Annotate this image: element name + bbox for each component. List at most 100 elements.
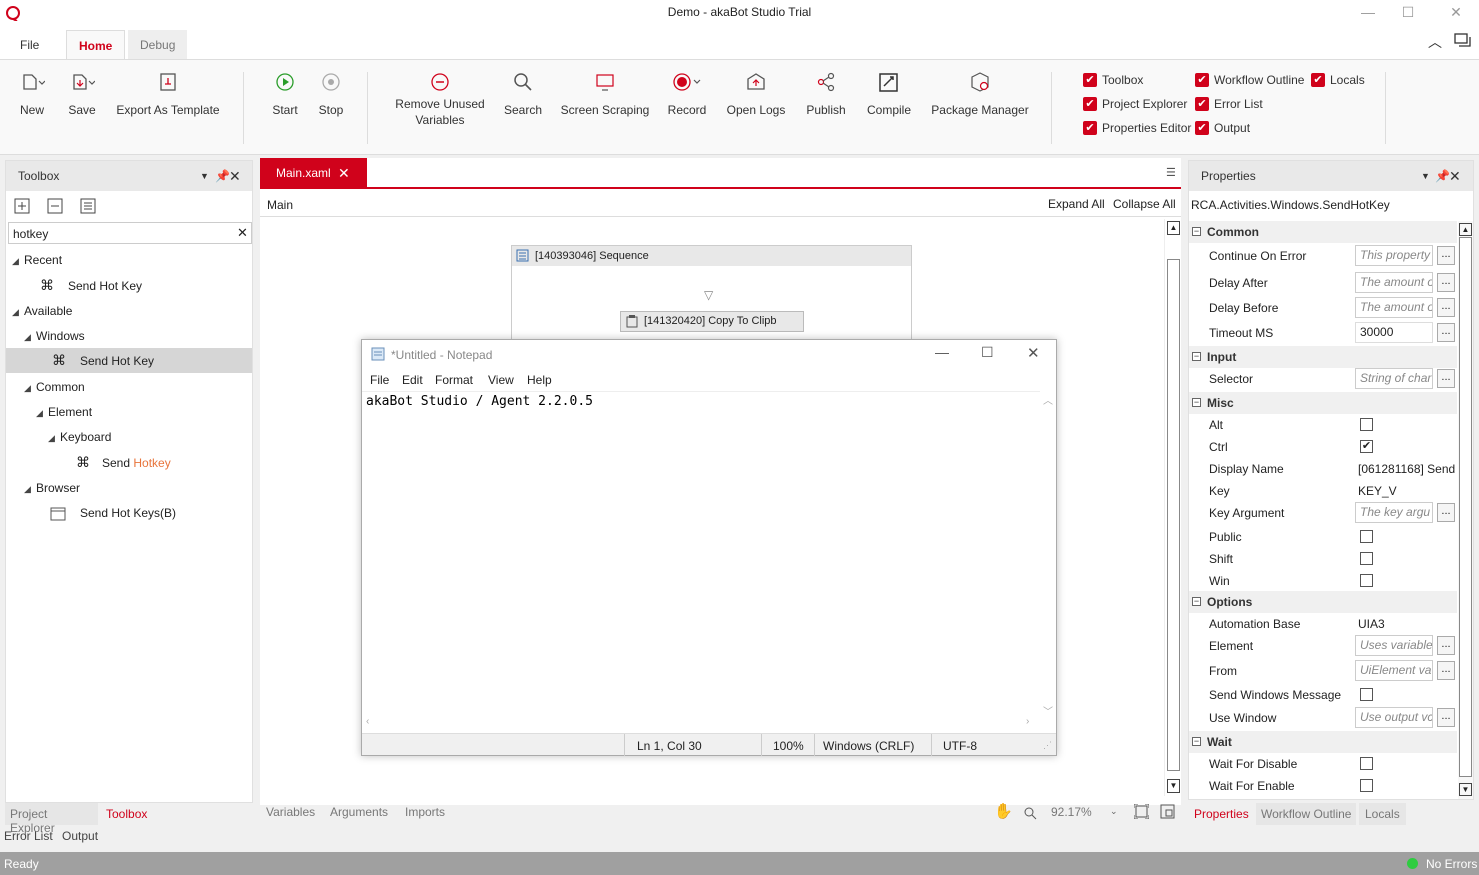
prop-value-input[interactable]: 30000 bbox=[1355, 322, 1433, 343]
toggle-locals[interactable]: ✔ Locals bbox=[1311, 73, 1365, 87]
tree-recent[interactable]: ◢ Recent bbox=[12, 249, 62, 271]
notepad-hscroll[interactable]: ‹ › bbox=[362, 716, 1040, 732]
wait-for-disable-checkbox[interactable] bbox=[1360, 757, 1373, 770]
tab-main-xaml[interactable]: Main.xaml ✕ bbox=[260, 158, 367, 188]
toggle-workflow-outline[interactable]: ✔ Workflow Outline bbox=[1195, 73, 1304, 87]
pin-icon[interactable]: 📌 bbox=[215, 161, 230, 191]
tab-file[interactable]: File bbox=[8, 30, 51, 60]
clear-search-icon[interactable]: ✕ bbox=[237, 225, 248, 241]
scroll-thumb[interactable] bbox=[1459, 237, 1472, 777]
chat-icon[interactable] bbox=[1454, 33, 1472, 49]
tree-recent-send-hot-key[interactable]: ⌘ Send Hot Key bbox=[40, 274, 142, 296]
designer-scrollbar[interactable]: ▲ ▼ bbox=[1164, 219, 1181, 796]
copy-to-clipboard-activity[interactable]: [141320420] Copy To Clipb bbox=[620, 311, 804, 332]
collapse-icon[interactable]: − bbox=[1192, 227, 1201, 236]
hand-pan-icon[interactable]: ✋ bbox=[994, 802, 1013, 820]
pin-icon[interactable]: 📌 bbox=[1435, 161, 1450, 191]
new-button[interactable]: New bbox=[14, 68, 50, 118]
minimize-icon[interactable]: — bbox=[1358, 3, 1378, 21]
tree-send-hotkey[interactable]: ⌘ Send Hotkey bbox=[76, 451, 171, 473]
close-icon[interactable]: ✕ bbox=[229, 161, 241, 191]
menu-file[interactable]: File bbox=[370, 373, 389, 387]
publish-button[interactable]: Publish bbox=[804, 68, 848, 118]
ellipsis-button[interactable]: ... bbox=[1437, 369, 1455, 388]
breadcrumb[interactable]: Main bbox=[267, 198, 293, 212]
notepad-title-bar[interactable]: *Untitled - Notepad — ☐ ✕ bbox=[362, 340, 1056, 368]
tab-properties[interactable]: Properties bbox=[1194, 807, 1249, 821]
tree-element[interactable]: ◢ Element bbox=[36, 401, 92, 423]
close-tab-icon[interactable]: ✕ bbox=[338, 158, 350, 188]
start-button[interactable]: Start bbox=[268, 68, 302, 118]
toolbox-search-input[interactable]: hotkey ✕ bbox=[8, 222, 252, 244]
prop-value-input[interactable]: Use output vc bbox=[1355, 707, 1433, 728]
collapse-icon[interactable]: − bbox=[1192, 352, 1201, 361]
ellipsis-button[interactable]: ... bbox=[1437, 323, 1455, 342]
collapse-icon[interactable]: − bbox=[1192, 398, 1201, 407]
resize-grip-icon[interactable]: ⋰ bbox=[1043, 740, 1052, 751]
collapse-icon[interactable]: − bbox=[1192, 597, 1201, 606]
maximize-icon[interactable]: ☐ bbox=[1398, 3, 1418, 21]
scroll-down-icon[interactable]: ▼ bbox=[1459, 783, 1472, 796]
tab-project-explorer[interactable]: Project Explorer bbox=[5, 803, 98, 835]
collapse-all-icon[interactable] bbox=[47, 198, 65, 214]
tree-browser-send-hot-keys[interactable]: Send Hot Keys(B) bbox=[50, 502, 176, 524]
alt-checkbox[interactable] bbox=[1360, 418, 1373, 431]
tree-windows[interactable]: ◢ Windows bbox=[24, 325, 85, 347]
menu-view[interactable]: View bbox=[488, 373, 514, 387]
ellipsis-button[interactable]: ... bbox=[1437, 708, 1455, 727]
tree-browser[interactable]: ◢ Browser bbox=[24, 477, 80, 499]
tab-locals[interactable]: Locals bbox=[1359, 803, 1406, 825]
prop-value-input[interactable]: The amount o bbox=[1355, 297, 1433, 318]
prop-value-input[interactable]: KEY_V bbox=[1358, 484, 1397, 498]
tree-windows-send-hot-key[interactable]: ⌘ Send Hot Key bbox=[6, 348, 252, 373]
prop-value-input[interactable]: UiElement va bbox=[1355, 660, 1433, 681]
toggle-properties-editor[interactable]: ✔ Properties Editor bbox=[1083, 121, 1191, 135]
menu-format[interactable]: Format bbox=[435, 373, 473, 387]
zoom-icon[interactable] bbox=[1023, 806, 1037, 820]
menu-help[interactable]: Help bbox=[527, 373, 552, 387]
toggle-project-explorer[interactable]: ✔ Project Explorer bbox=[1083, 97, 1187, 111]
zoom-level[interactable]: 92.17% bbox=[1051, 805, 1092, 819]
sequence-header[interactable]: [140393046] Sequence bbox=[512, 246, 911, 266]
open-logs-button[interactable]: Open Logs bbox=[724, 68, 788, 118]
ellipsis-button[interactable]: ... bbox=[1437, 661, 1455, 680]
tab-home[interactable]: Home bbox=[66, 30, 126, 60]
minimize-icon[interactable]: — bbox=[935, 344, 949, 360]
tree-common[interactable]: ◢ Common bbox=[24, 376, 85, 398]
tab-error-list[interactable]: Error List bbox=[4, 829, 53, 843]
overview-icon[interactable] bbox=[1160, 804, 1175, 819]
scroll-up-icon[interactable]: ▲ bbox=[1459, 223, 1472, 236]
section-common[interactable]: − Common bbox=[1189, 221, 1457, 243]
ctrl-checkbox[interactable]: ✔ bbox=[1360, 440, 1373, 453]
section-options[interactable]: − Options bbox=[1189, 591, 1457, 613]
ellipsis-button[interactable]: ... bbox=[1437, 636, 1455, 655]
compile-button[interactable]: Compile bbox=[864, 68, 914, 118]
dropdown-icon[interactable]: ▼ bbox=[200, 161, 209, 191]
record-button[interactable]: Record bbox=[666, 68, 708, 118]
screen-scraping-button[interactable]: Screen Scraping bbox=[560, 68, 650, 118]
ellipsis-button[interactable]: ... bbox=[1437, 298, 1455, 317]
tab-menu-icon[interactable]: ☰ bbox=[1166, 166, 1176, 179]
search-button[interactable]: Search bbox=[502, 68, 544, 118]
tree-available[interactable]: ◢ Available bbox=[12, 300, 72, 322]
ellipsis-button[interactable]: ... bbox=[1437, 246, 1455, 265]
scroll-right-icon[interactable]: › bbox=[1026, 716, 1029, 727]
win-checkbox[interactable] bbox=[1360, 574, 1373, 587]
remove-unused-variables-button[interactable]: Remove Unused Variables bbox=[394, 68, 486, 128]
public-checkbox[interactable] bbox=[1360, 530, 1373, 543]
prop-value-input[interactable]: The amount o bbox=[1355, 272, 1433, 293]
export-template-button[interactable]: Export As Template bbox=[114, 68, 222, 118]
save-button[interactable]: Save bbox=[64, 68, 100, 118]
expand-all-icon[interactable] bbox=[14, 198, 32, 214]
menu-edit[interactable]: Edit bbox=[402, 373, 423, 387]
tab-variables[interactable]: Variables bbox=[266, 805, 315, 819]
toggle-error-list[interactable]: ✔ Error List bbox=[1195, 97, 1263, 111]
section-input[interactable]: − Input bbox=[1189, 346, 1457, 368]
ellipsis-button[interactable]: ... bbox=[1437, 273, 1455, 292]
notepad-vscroll[interactable]: ︿ ﹀ bbox=[1040, 391, 1056, 718]
ellipsis-button[interactable]: ... bbox=[1437, 503, 1455, 522]
collapse-ribbon-icon[interactable]: ︿ bbox=[1428, 32, 1442, 52]
fit-to-screen-icon[interactable] bbox=[1134, 804, 1149, 819]
toggle-toolbox[interactable]: ✔ Toolbox bbox=[1083, 73, 1143, 87]
collapse-all-button[interactable]: Collapse All bbox=[1113, 197, 1176, 211]
